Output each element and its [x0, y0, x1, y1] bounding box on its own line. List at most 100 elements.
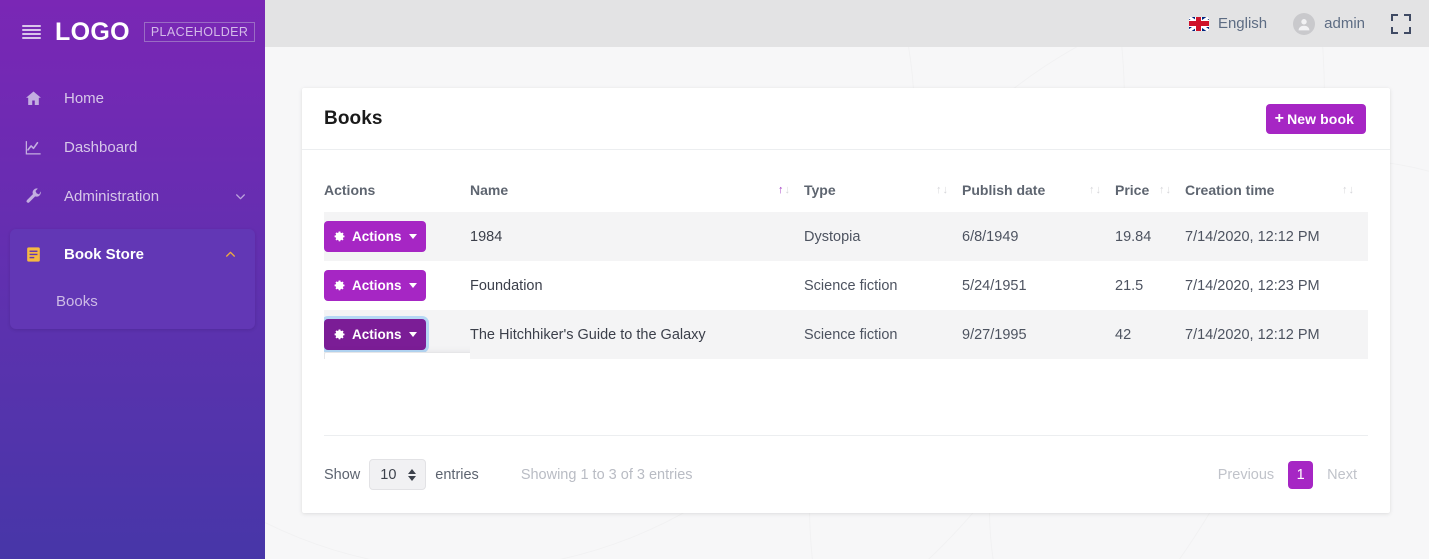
sidebar: LOGO PLACEHOLDER Home Dashboard Administ…	[0, 0, 265, 559]
column-header-actions: Actions	[324, 172, 470, 212]
actions-dropdown-wrap: Actions	[324, 270, 426, 301]
language-switcher[interactable]: English	[1188, 15, 1267, 32]
page-length-select[interactable]: 10	[369, 459, 427, 490]
chevron-down-icon	[408, 283, 417, 288]
column-header-creation-time[interactable]: Creation time ↑ ↓	[1185, 172, 1368, 212]
pagination: Previous 1 Next	[1207, 460, 1368, 489]
cell-actions: Actions	[324, 212, 470, 261]
gear-icon	[334, 280, 345, 291]
table-head: Actions Name ↑ ↓ Type ↑ ↓ Publish date ↑…	[324, 172, 1368, 212]
column-header-publish-date-label: Publish date	[962, 182, 1046, 198]
column-header-type-label: Type	[804, 182, 836, 198]
sidebar-item-dashboard[interactable]: Dashboard	[0, 123, 265, 172]
brand-logo: LOGO	[55, 17, 130, 46]
table-body: Actions 1984 Dystopia 6/8/1949 19.84 7/1	[324, 212, 1368, 359]
sidebar-item-administration-label: Administration	[64, 188, 160, 205]
sort-icon-creation-time[interactable]: ↑ ↓	[1342, 184, 1354, 196]
actions-dropdown-wrap: Actions	[324, 221, 426, 252]
pagination-previous[interactable]: Previous	[1207, 461, 1285, 489]
actions-dropdown-wrap: Actions Edit	[324, 319, 470, 359]
avatar-icon	[1293, 12, 1316, 35]
actions-dropdown-menu: Edit	[324, 352, 470, 359]
actions-button[interactable]: Actions	[324, 270, 426, 301]
chevron-up-icon	[224, 248, 237, 261]
table-row: Actions Foundation Science fiction 5/24/…	[324, 261, 1368, 310]
home-icon	[24, 89, 50, 108]
pagination-next[interactable]: Next	[1316, 461, 1368, 489]
user-menu[interactable]: admin	[1293, 12, 1365, 35]
cell-actions: Actions	[324, 261, 470, 310]
book-icon	[24, 245, 50, 264]
brand-header: LOGO PLACEHOLDER	[0, 0, 265, 64]
column-header-publish-date[interactable]: Publish date ↑ ↓	[962, 172, 1115, 212]
hamburger-icon[interactable]	[22, 25, 41, 39]
sort-icon-name[interactable]: ↑ ↓	[778, 184, 790, 196]
sidebar-item-home-label: Home	[64, 90, 105, 107]
cell-price: 19.84	[1115, 228, 1152, 245]
page-title: Books	[324, 107, 383, 129]
entries-label: entries	[435, 466, 479, 483]
column-header-price[interactable]: Price ↑ ↓	[1115, 172, 1185, 212]
card-footer: Show 10 entries Showing 1 to 3 of 3 entr…	[324, 435, 1368, 513]
new-book-button[interactable]: + New book	[1265, 103, 1366, 134]
content-wrapper: Books + New book Actions Name ↑ ↓ Type ↑…	[265, 47, 1429, 513]
page-length-group: Show 10 entries	[324, 459, 479, 490]
column-header-name-label: Name	[470, 182, 509, 198]
sidebar-item-books[interactable]: Books	[10, 279, 255, 323]
chart-line-icon	[24, 138, 50, 157]
cell-type: Science fiction	[804, 326, 898, 343]
sidebar-group-book-store: Book Store Books	[10, 229, 255, 329]
actions-button-label: Actions	[352, 229, 402, 244]
app-root: LOGO PLACEHOLDER Home Dashboard Administ…	[0, 0, 1429, 559]
sidebar-item-home[interactable]: Home	[0, 74, 265, 123]
new-book-button-label: New book	[1287, 110, 1354, 127]
sidebar-item-book-store-label: Book Store	[64, 245, 145, 263]
cell-publish-date: 9/27/1995	[962, 326, 1027, 343]
books-table: Actions Name ↑ ↓ Type ↑ ↓ Publish date ↑…	[324, 172, 1368, 359]
table-info: Showing 1 to 3 of 3 entries	[520, 466, 693, 483]
table-row: Actions 1984 Dystopia 6/8/1949 19.84 7/1	[324, 212, 1368, 261]
cell-actions: Actions Edit	[324, 310, 470, 359]
cell-type: Science fiction	[804, 277, 898, 294]
cell-name: Foundation	[470, 277, 543, 294]
cell-price: 21.5	[1115, 277, 1144, 294]
uk-flag-icon	[1188, 16, 1209, 31]
cell-publish-date: 6/8/1949	[962, 228, 1019, 245]
table-row: Actions Edit The Hitchhiker's Guide to t	[324, 310, 1368, 359]
sidebar-item-books-label: Books	[56, 292, 98, 310]
sort-icon-publish-date[interactable]: ↑ ↓	[1089, 184, 1101, 196]
column-header-type[interactable]: Type ↑ ↓	[804, 172, 962, 212]
show-label: Show	[324, 466, 361, 483]
card-body: Actions Name ↑ ↓ Type ↑ ↓ Publish date ↑…	[302, 150, 1390, 435]
wrench-icon	[24, 187, 50, 206]
cell-creation-time: 7/14/2020, 12:12 PM	[1185, 326, 1320, 343]
top-bar: English admin	[265, 0, 1429, 47]
table-bottom-spacer	[324, 359, 1368, 435]
sort-icon-price[interactable]: ↑ ↓	[1159, 184, 1171, 196]
card-header: Books + New book	[302, 88, 1390, 150]
chevron-down-icon	[234, 190, 247, 203]
pagination-page-1[interactable]: 1	[1288, 460, 1314, 489]
column-header-name[interactable]: Name ↑ ↓	[470, 172, 804, 212]
sidebar-item-dashboard-label: Dashboard	[64, 139, 138, 156]
main-area: English admin Books + New book Actions N…	[265, 0, 1429, 559]
column-header-price-label: Price	[1115, 182, 1150, 198]
column-header-creation-time-label: Creation time	[1185, 182, 1275, 198]
user-label: admin	[1324, 15, 1365, 32]
actions-button-label: Actions	[352, 327, 402, 342]
sidebar-item-book-store[interactable]: Book Store	[10, 229, 255, 279]
sidebar-item-administration[interactable]: Administration	[0, 172, 265, 221]
books-card: Books + New book Actions Name ↑ ↓ Type ↑…	[302, 88, 1390, 513]
fullscreen-icon[interactable]	[1391, 13, 1411, 34]
actions-button-open[interactable]: Actions	[324, 319, 426, 350]
actions-button[interactable]: Actions	[324, 221, 426, 252]
gear-icon	[334, 329, 345, 340]
cell-creation-time: 7/14/2020, 12:12 PM	[1185, 228, 1320, 245]
cell-publish-date: 5/24/1951	[962, 277, 1027, 294]
cell-name: 1984	[470, 228, 503, 245]
chevron-down-icon	[408, 332, 417, 337]
gear-icon	[334, 231, 345, 242]
sort-icon-type[interactable]: ↑ ↓	[936, 184, 948, 196]
plus-icon: +	[1274, 109, 1285, 127]
brand-badge: PLACEHOLDER	[143, 21, 256, 43]
